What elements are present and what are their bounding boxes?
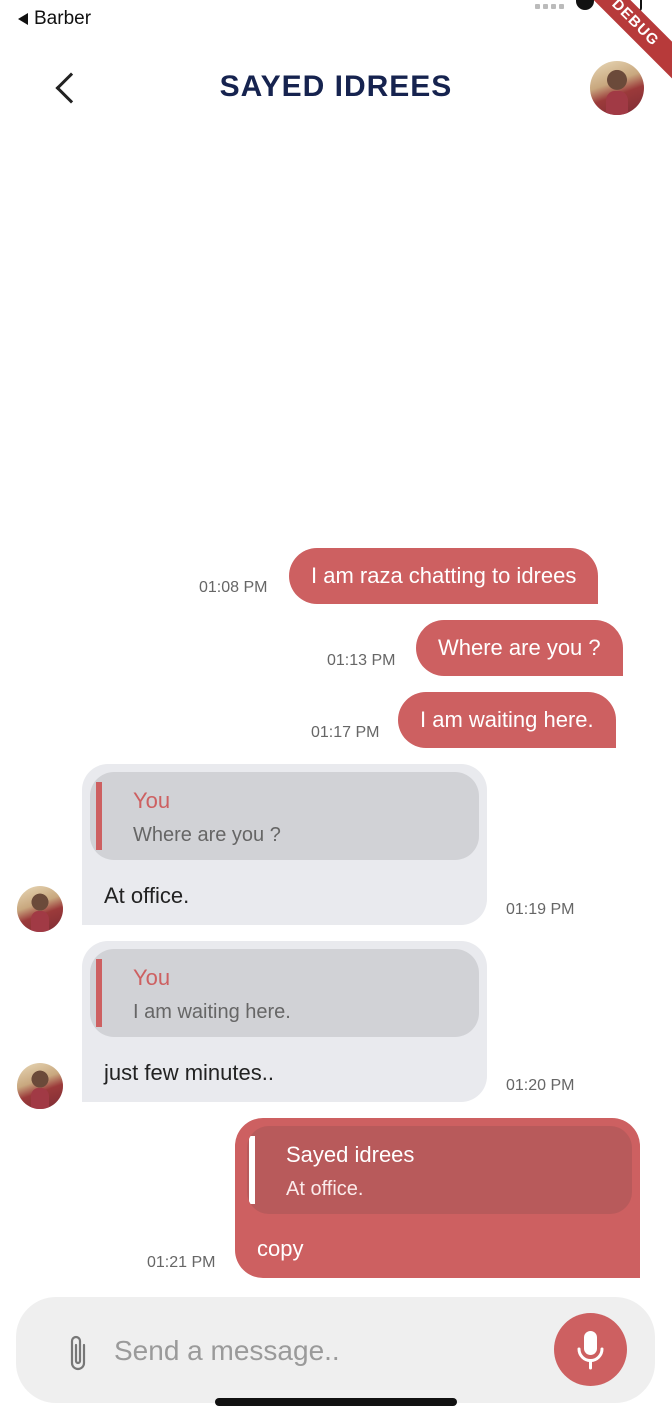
outgoing-message[interactable]: Sayed idrees At office. copy <box>235 1118 640 1278</box>
message-time: 01:21 PM <box>147 1254 216 1271</box>
message-time: 01:08 PM <box>199 579 268 596</box>
reply-indicator <box>96 959 102 1027</box>
message-composer <box>16 1297 655 1403</box>
wifi-icon <box>576 0 594 10</box>
reply-text: Where are you ? <box>133 824 281 846</box>
incoming-message[interactable]: You I am waiting here. just few minutes.… <box>82 941 487 1102</box>
reply-text: I am waiting here. <box>133 1001 291 1023</box>
microphone-button[interactable] <box>554 1313 627 1386</box>
outgoing-message[interactable]: Where are you ? <box>416 620 623 676</box>
sender-avatar <box>17 886 63 932</box>
page-title: SAYED IDREES <box>219 70 453 103</box>
quoted-reply: You Where are you ? <box>90 772 479 860</box>
paperclip-icon[interactable] <box>66 1333 90 1373</box>
reply-indicator <box>96 782 102 850</box>
signal-icon <box>535 4 564 9</box>
microphone-icon <box>577 1331 604 1370</box>
message-time: 01:17 PM <box>311 724 380 741</box>
reply-indicator <box>249 1136 255 1204</box>
home-indicator <box>215 1398 457 1406</box>
message-text: I am raza chatting to idrees <box>311 563 577 588</box>
message-time: 01:13 PM <box>327 652 396 669</box>
outgoing-message[interactable]: I am waiting here. <box>398 692 616 748</box>
outgoing-message[interactable]: I am raza chatting to idrees <box>289 548 599 604</box>
reply-text: At office. <box>286 1178 364 1200</box>
incoming-message[interactable]: You Where are you ? At office. <box>82 764 487 925</box>
message-text: Where are you ? <box>438 635 601 660</box>
reply-author: You <box>133 788 171 813</box>
message-text: I am waiting here. <box>420 707 594 732</box>
sender-avatar <box>17 1063 63 1109</box>
message-input[interactable] <box>114 1329 534 1373</box>
contact-avatar[interactable] <box>590 61 644 115</box>
back-triangle-icon <box>18 13 28 25</box>
message-text: At office. <box>104 883 190 908</box>
reply-author: Sayed idrees <box>286 1142 415 1167</box>
message-time: 01:19 PM <box>506 901 575 918</box>
message-time: 01:20 PM <box>506 1077 575 1094</box>
message-text: just few minutes.. <box>104 1060 274 1085</box>
quoted-reply: Sayed idrees At office. <box>247 1126 632 1214</box>
status-back-label: Barber <box>34 8 92 29</box>
quoted-reply: You I am waiting here. <box>90 949 479 1037</box>
status-back-to-app[interactable]: Barber <box>18 8 91 30</box>
message-text: copy <box>257 1236 304 1261</box>
reply-author: You <box>133 965 171 990</box>
